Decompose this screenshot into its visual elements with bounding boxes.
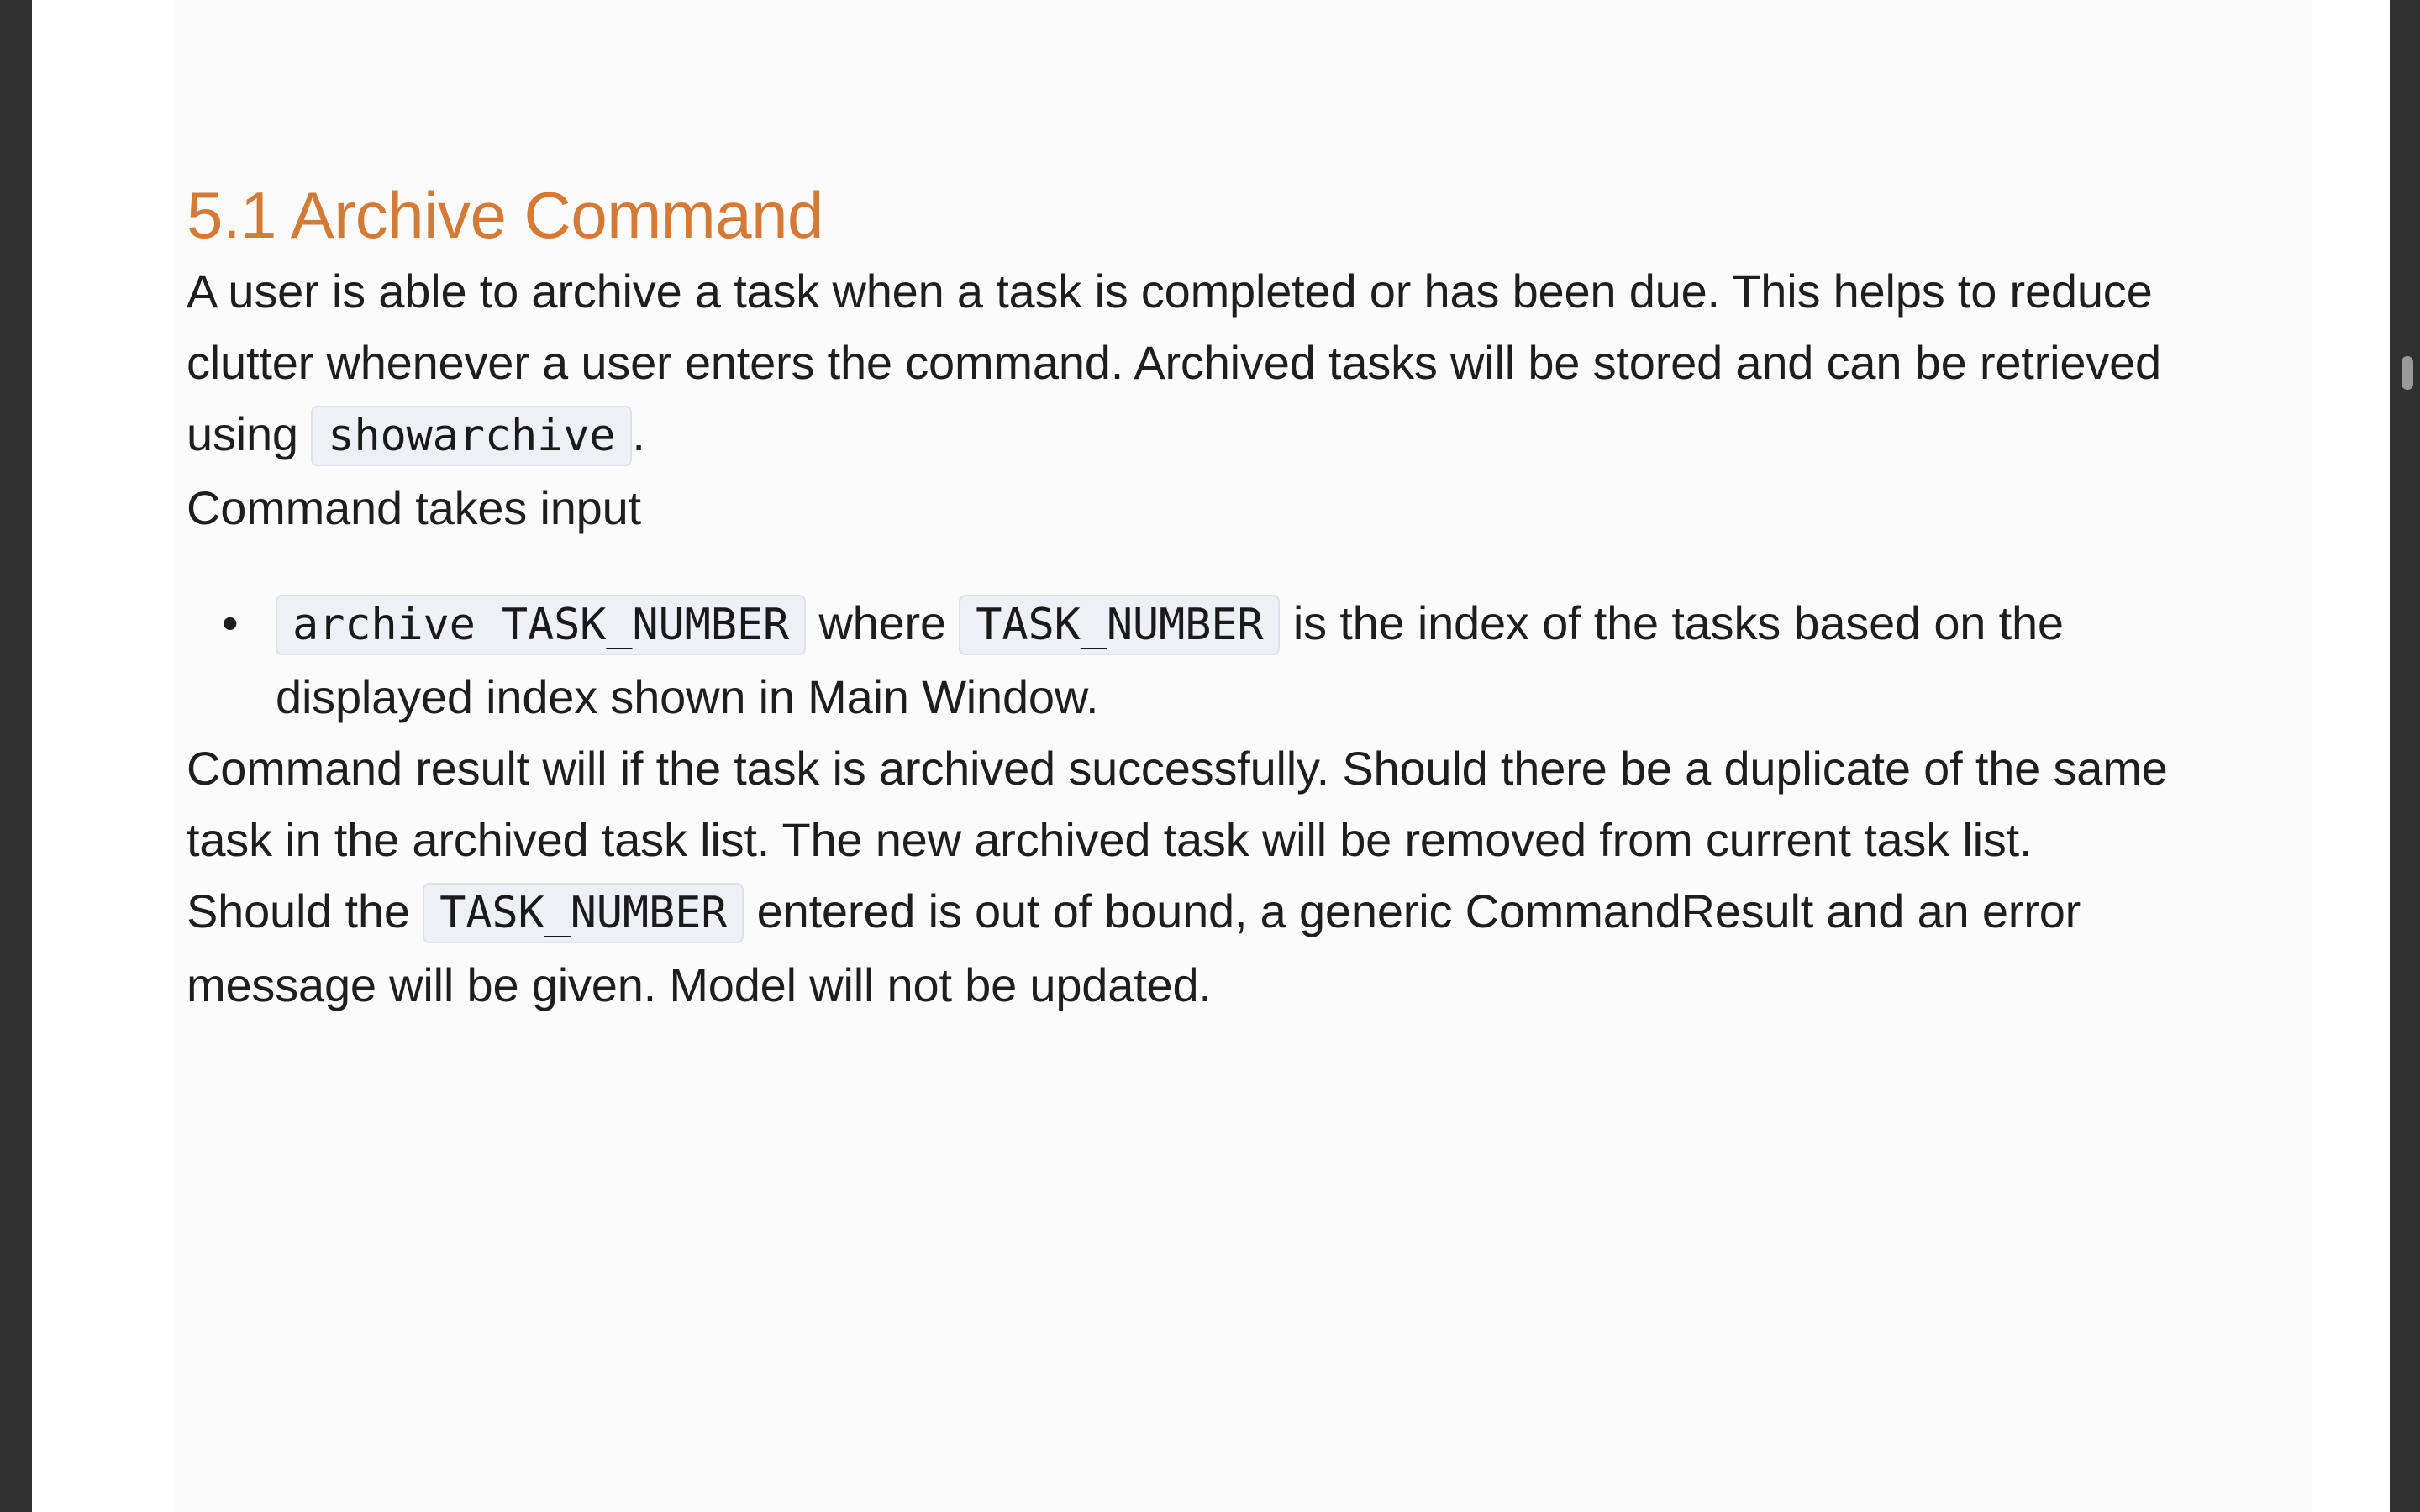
input-list: • archive TASK_NUMBER where TASK_NUMBER i… [187,587,2245,732]
document-content: 5.1 Archive Command A user is able to ar… [187,175,2245,1021]
paragraph-text: . [632,407,645,460]
scrollbar-thumb[interactable] [2402,356,2413,390]
inline-code-task-number: TASK_NUMBER [423,883,744,943]
inline-code-task-number: TASK_NUMBER [959,595,1281,655]
paragraph-text: Should the [187,885,424,937]
command-result-paragraph: Command result will if the task is archi… [187,742,2168,866]
inline-code-showarchive: showarchive [311,406,633,466]
archive-description-paragraph: A user is able to archive a task when a … [187,255,2245,472]
list-item: • archive TASK_NUMBER where TASK_NUMBER i… [187,587,2245,732]
list-item-text: where [806,596,960,649]
bullet-icon: • [222,596,239,649]
section-heading: 5.1 Archive Command [187,178,823,252]
out-of-bound-paragraph: Should the TASK_NUMBER entered is out of… [187,875,2245,1021]
input-intro-paragraph: Command takes input [187,481,641,534]
inline-code-archive-syntax: archive TASK_NUMBER [276,595,807,655]
